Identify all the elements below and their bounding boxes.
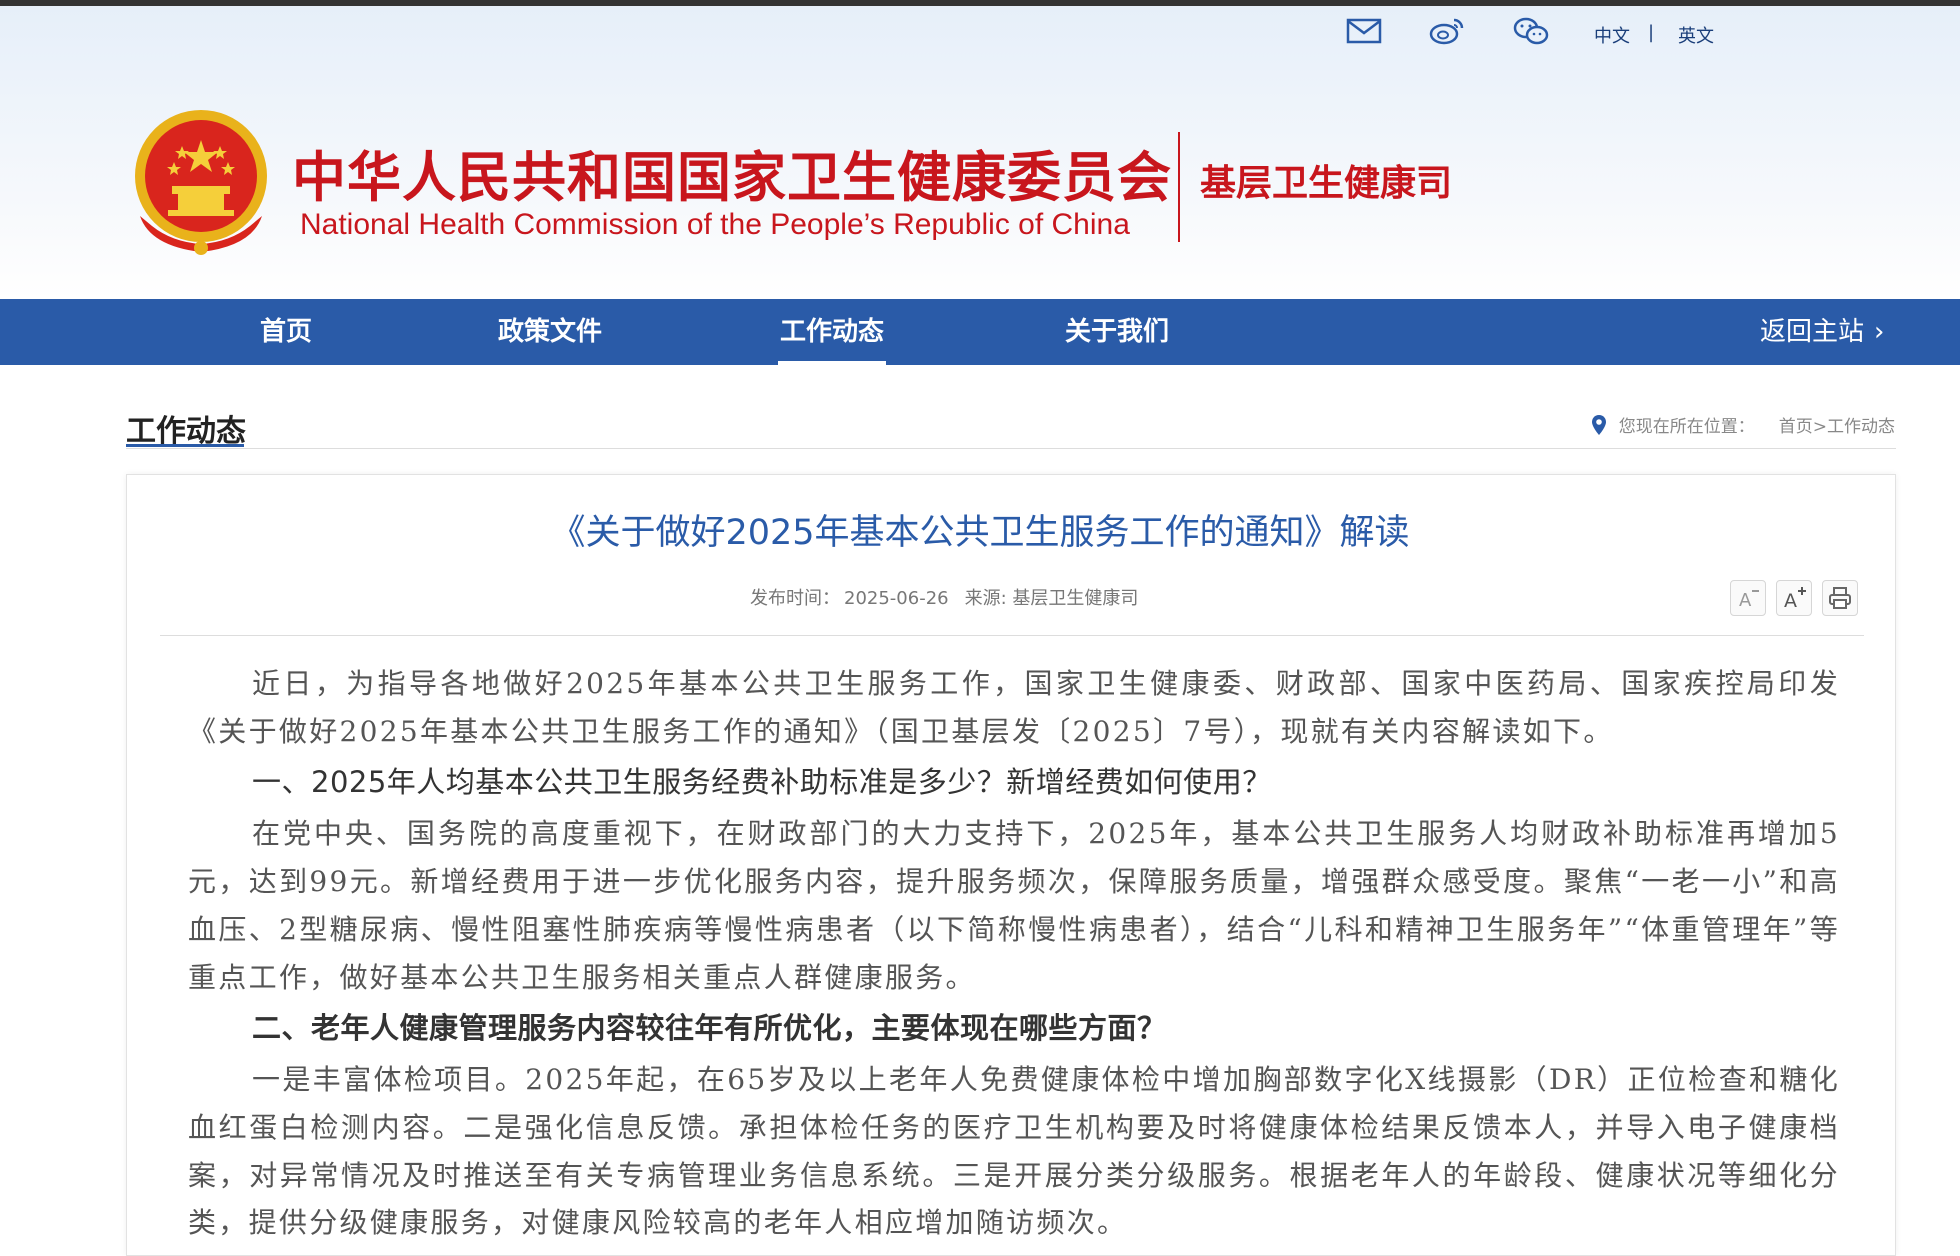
publish-label: 发布时间： xyxy=(750,588,840,609)
article-paragraph: 一是丰富体检项目。2025年起，在65岁及以上老年人免费健康体检中增加胸部数字化… xyxy=(188,1063,1840,1240)
svg-text:A: A xyxy=(1739,590,1752,611)
wechat-icon[interactable] xyxy=(1512,16,1550,46)
department-name[interactable]: 基层卫生健康司 xyxy=(1200,154,1452,206)
back-to-main-site-link[interactable]: 返回主站 › xyxy=(1760,299,1884,365)
section-title-underline xyxy=(126,444,244,447)
lang-separator: | xyxy=(1648,22,1655,43)
main-nav: 首页 政策文件 工作动态 关于我们 返回主站 › xyxy=(0,299,1960,365)
print-icon xyxy=(1829,587,1851,609)
logo-divider xyxy=(1178,132,1180,242)
nav-item-work-news[interactable]: 工作动态 xyxy=(778,299,886,365)
article-heading: 二、老年人健康管理服务内容较往年有所优化，主要体现在哪些方面？ xyxy=(252,1011,1167,1046)
font-increase-icon: A xyxy=(1784,587,1806,611)
print-button[interactable] xyxy=(1822,580,1858,616)
breadcrumb: 您现在所在位置： 首页>工作动态 xyxy=(1591,412,1895,437)
site-logo-chinese[interactable]: 中华人民共和国国家卫生健康委员会 xyxy=(292,133,1172,212)
lang-chinese-link[interactable]: 中文 xyxy=(1594,22,1630,48)
chevron-right-icon: › xyxy=(1874,317,1885,347)
svg-text:A: A xyxy=(1784,590,1797,611)
section-divider xyxy=(126,448,1896,449)
nav-item-policy[interactable]: 政策文件 xyxy=(494,299,606,365)
weibo-icon[interactable] xyxy=(1428,16,1466,46)
font-decrease-icon: A xyxy=(1739,590,1759,611)
publish-date: 2025-06-26 xyxy=(844,588,949,609)
font-decrease-button[interactable]: A xyxy=(1730,580,1766,616)
breadcrumb-path[interactable]: 首页>工作动态 xyxy=(1779,412,1895,437)
font-increase-button[interactable]: A xyxy=(1776,580,1812,616)
back-label: 返回主站 xyxy=(1760,317,1865,347)
article-meta: 发布时间： 2025-06-26 来源: 基层卫生健康司 xyxy=(750,584,1154,610)
article-title: 《关于做好2025年基本公共卫生服务工作的通知》解读 xyxy=(550,513,1410,553)
article-body: 近日，为指导各地做好2025年基本公共卫生服务工作，国家卫生健康委、财政部、国家… xyxy=(188,660,1840,1247)
article-paragraph: 在党中央、国务院的高度重视下，在财政部门的大力支持下，2025年，基本公共卫生服… xyxy=(188,817,1840,994)
article-heading: 一、2025年人均基本公共卫生服务经费补助标准是多少？新增经费如何使用？ xyxy=(252,765,1272,800)
mail-icon[interactable] xyxy=(1346,16,1382,46)
site-header: 中文 | 英文 中华人民共和国国家卫生健康委员会 National Health… xyxy=(0,6,1960,299)
lang-english-link[interactable]: 英文 xyxy=(1678,22,1714,48)
site-logo-english[interactable]: National Health Commission of the People… xyxy=(300,208,1130,242)
article-header-divider xyxy=(160,635,1864,636)
article-paragraph: 近日，为指导各地做好2025年基本公共卫生服务工作，国家卫生健康委、财政部、国家… xyxy=(188,667,1840,748)
nav-item-home[interactable]: 首页 xyxy=(240,299,332,365)
location-pin-icon xyxy=(1591,414,1606,435)
national-emblem-icon[interactable] xyxy=(130,106,272,256)
article-source: 来源: 基层卫生健康司 xyxy=(964,588,1139,609)
nav-item-about[interactable]: 关于我们 xyxy=(1062,299,1172,365)
breadcrumb-label: 您现在所在位置： xyxy=(1618,417,1755,437)
